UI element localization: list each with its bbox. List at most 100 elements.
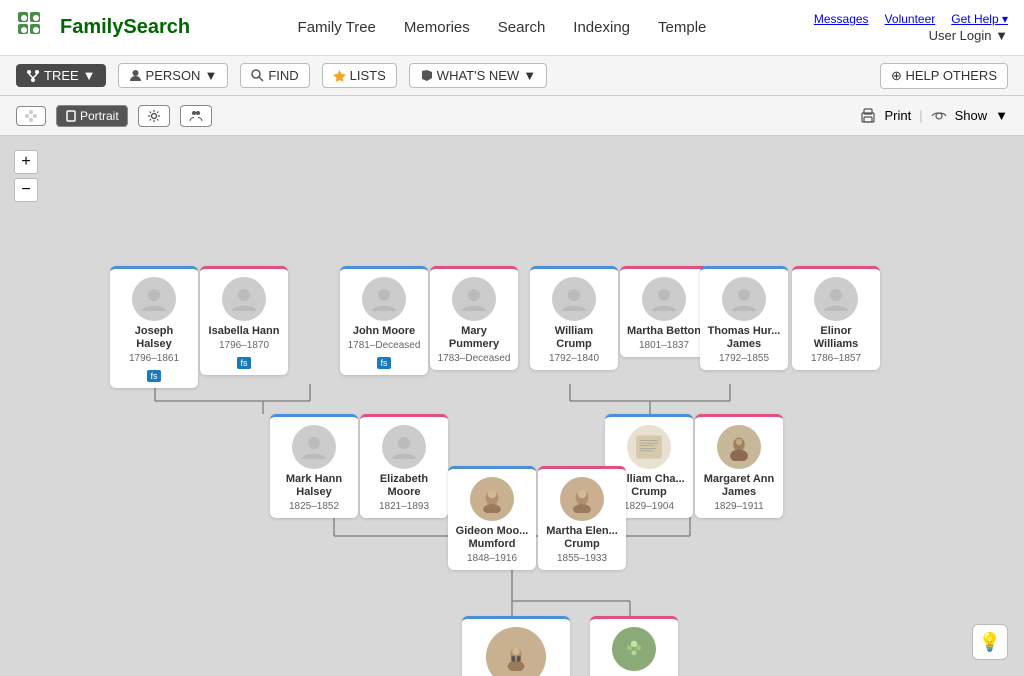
person-dates: 1829–1911 <box>701 501 777 512</box>
person-martha-crump[interactable]: Martha Elen... Crump 1855–1933 <box>538 466 626 570</box>
person-dates: 1801–1837 <box>626 340 702 351</box>
person-dates: 1792–1840 <box>536 353 612 364</box>
top-bar: FamilySearch Family Tree Memories Search… <box>0 0 1024 56</box>
zoom-controls: + − <box>14 150 38 202</box>
zoom-in-btn[interactable]: + <box>14 150 38 174</box>
toolbar-right: Print | Show ▼ <box>860 108 1008 124</box>
person-william-crump[interactable]: William Crump 1792–1840 <box>530 266 618 370</box>
person-name: Thomas Hur... James <box>706 325 782 351</box>
person-joseph-halsey[interactable]: Joseph Halsey 1796–1861 fs <box>110 266 198 388</box>
secondary-nav: TREE ▼ PERSON ▼ FIND LISTS WHAT'S NEW ▼ … <box>0 56 1024 96</box>
zoom-out-btn[interactable]: − <box>14 178 38 202</box>
person-elinor-williams[interactable]: Elinor Williams 1786–1857 <box>792 266 880 370</box>
logo-area: FamilySearch <box>16 10 190 46</box>
person-dates: 1783–Deceased <box>436 353 512 364</box>
logo-icon <box>16 10 52 46</box>
person-john-moore[interactable]: John Moore 1781–Deceased fs <box>340 266 428 375</box>
logo-text[interactable]: FamilySearch <box>60 16 190 39</box>
messages-link[interactable]: Messages <box>814 12 869 26</box>
tree-view-icon <box>25 110 37 122</box>
portrait-view-btn[interactable]: Portrait <box>56 105 128 127</box>
person-icon <box>129 69 142 82</box>
nav-temple[interactable]: Temple <box>658 19 706 36</box>
avatar <box>222 277 266 321</box>
person-catherine-neff[interactable]: Catherine B... Neff 1885–1972 fs <box>590 616 678 676</box>
whats-new-icon <box>420 69 433 82</box>
get-help-link[interactable]: Get Help ▾ <box>951 12 1008 26</box>
person-martha-betton[interactable]: Martha Betton 1801–1837 <box>620 266 708 357</box>
person-elizabeth-moore[interactable]: Elizabeth Moore 1821–1893 <box>360 414 448 518</box>
nav-memories[interactable]: Memories <box>404 19 470 36</box>
nav-indexing[interactable]: Indexing <box>573 19 630 36</box>
person-dates: 1848–1916 <box>454 553 530 564</box>
avatar <box>814 277 858 321</box>
avatar <box>627 425 671 469</box>
show-icon <box>931 108 947 124</box>
toolbar-left: Portrait <box>16 105 212 127</box>
portrait-icon <box>65 110 77 122</box>
nav-family-tree[interactable]: Family Tree <box>298 19 376 36</box>
top-right: Messages Volunteer Get Help ▾ User Login… <box>814 12 1008 43</box>
user-login-link[interactable]: User Login ▼ <box>929 28 1008 43</box>
person-victor-mumford[interactable]: Victor Emanuel Mumford 1885–1973 <box>462 616 570 676</box>
person-dates: 1796–1870 <box>206 340 282 351</box>
avatar <box>722 277 766 321</box>
tree-icon <box>26 69 40 83</box>
person-name: Elinor Williams <box>798 325 874 351</box>
people-icon <box>189 109 203 123</box>
avatar <box>292 425 336 469</box>
print-icon <box>860 108 876 124</box>
avatar <box>470 477 514 521</box>
avatar <box>717 425 761 469</box>
find-icon <box>251 69 264 82</box>
person-mary-pummery[interactable]: Mary Pummery 1783–Deceased <box>430 266 518 370</box>
whats-new-button[interactable]: WHAT'S NEW ▼ <box>409 63 547 88</box>
person-dates: 1786–1857 <box>798 353 874 364</box>
tree-view-btn[interactable] <box>16 106 46 126</box>
person-margaret-james[interactable]: Margaret Ann James 1829–1911 <box>695 414 783 518</box>
person-dates: 1825–1852 <box>276 501 352 512</box>
tip-button[interactable]: 💡 <box>972 624 1008 660</box>
sec-nav-left: TREE ▼ PERSON ▼ FIND LISTS WHAT'S NEW ▼ <box>16 63 547 88</box>
person-name: Mark Hann Halsey <box>276 473 352 499</box>
avatar <box>452 277 496 321</box>
person-button[interactable]: PERSON ▼ <box>118 63 229 88</box>
person-mark-halsey[interactable]: Mark Hann Halsey 1825–1852 <box>270 414 358 518</box>
settings-btn[interactable] <box>138 105 170 127</box>
volunteer-link[interactable]: Volunteer <box>885 12 936 26</box>
avatar <box>612 627 656 671</box>
fs-badge: fs <box>237 357 250 369</box>
person-name: William Crump <box>536 325 612 351</box>
person-isabella-hann[interactable]: Isabella Hann 1796–1870 fs <box>200 266 288 375</box>
person-dates: 1792–1855 <box>706 353 782 364</box>
person-name: Elizabeth Moore <box>366 473 442 499</box>
person-gideon-mumford[interactable]: Gideon Moo... Mumford 1848–1916 <box>448 466 536 570</box>
fs-badge: fs <box>147 370 160 382</box>
person-name: Margaret Ann James <box>701 473 777 499</box>
person-name: Martha Elen... Crump <box>544 525 620 551</box>
person-dates: 1781–Deceased <box>346 340 422 351</box>
person-thomas-james[interactable]: Thomas Hur... James 1792–1855 <box>700 266 788 370</box>
person-dates: 1855–1933 <box>544 553 620 564</box>
lists-icon <box>333 69 346 82</box>
tree-connectors <box>0 136 1024 676</box>
avatar <box>132 277 176 321</box>
tree-canvas: + − Joseph Halsey 17 <box>0 136 1024 676</box>
avatar <box>560 477 604 521</box>
person-dates: 1796–1861 <box>116 353 192 364</box>
tree-button[interactable]: TREE ▼ <box>16 64 106 87</box>
person-name: Mary Pummery <box>436 325 512 351</box>
help-others-button[interactable]: ⊕ HELP OTHERS <box>880 63 1008 89</box>
toolbar: Portrait Print | Show ▼ <box>0 96 1024 136</box>
people-btn[interactable] <box>180 105 212 127</box>
person-name: Joseph Halsey <box>116 325 192 351</box>
avatar <box>486 627 546 676</box>
lists-button[interactable]: LISTS <box>322 63 397 88</box>
avatar <box>552 277 596 321</box>
person-dates: 1821–1893 <box>366 501 442 512</box>
nav-search[interactable]: Search <box>498 19 546 36</box>
find-button[interactable]: FIND <box>240 63 309 88</box>
person-name: Gideon Moo... Mumford <box>454 525 530 551</box>
person-name: Martha Betton <box>626 325 702 338</box>
avatar <box>382 425 426 469</box>
